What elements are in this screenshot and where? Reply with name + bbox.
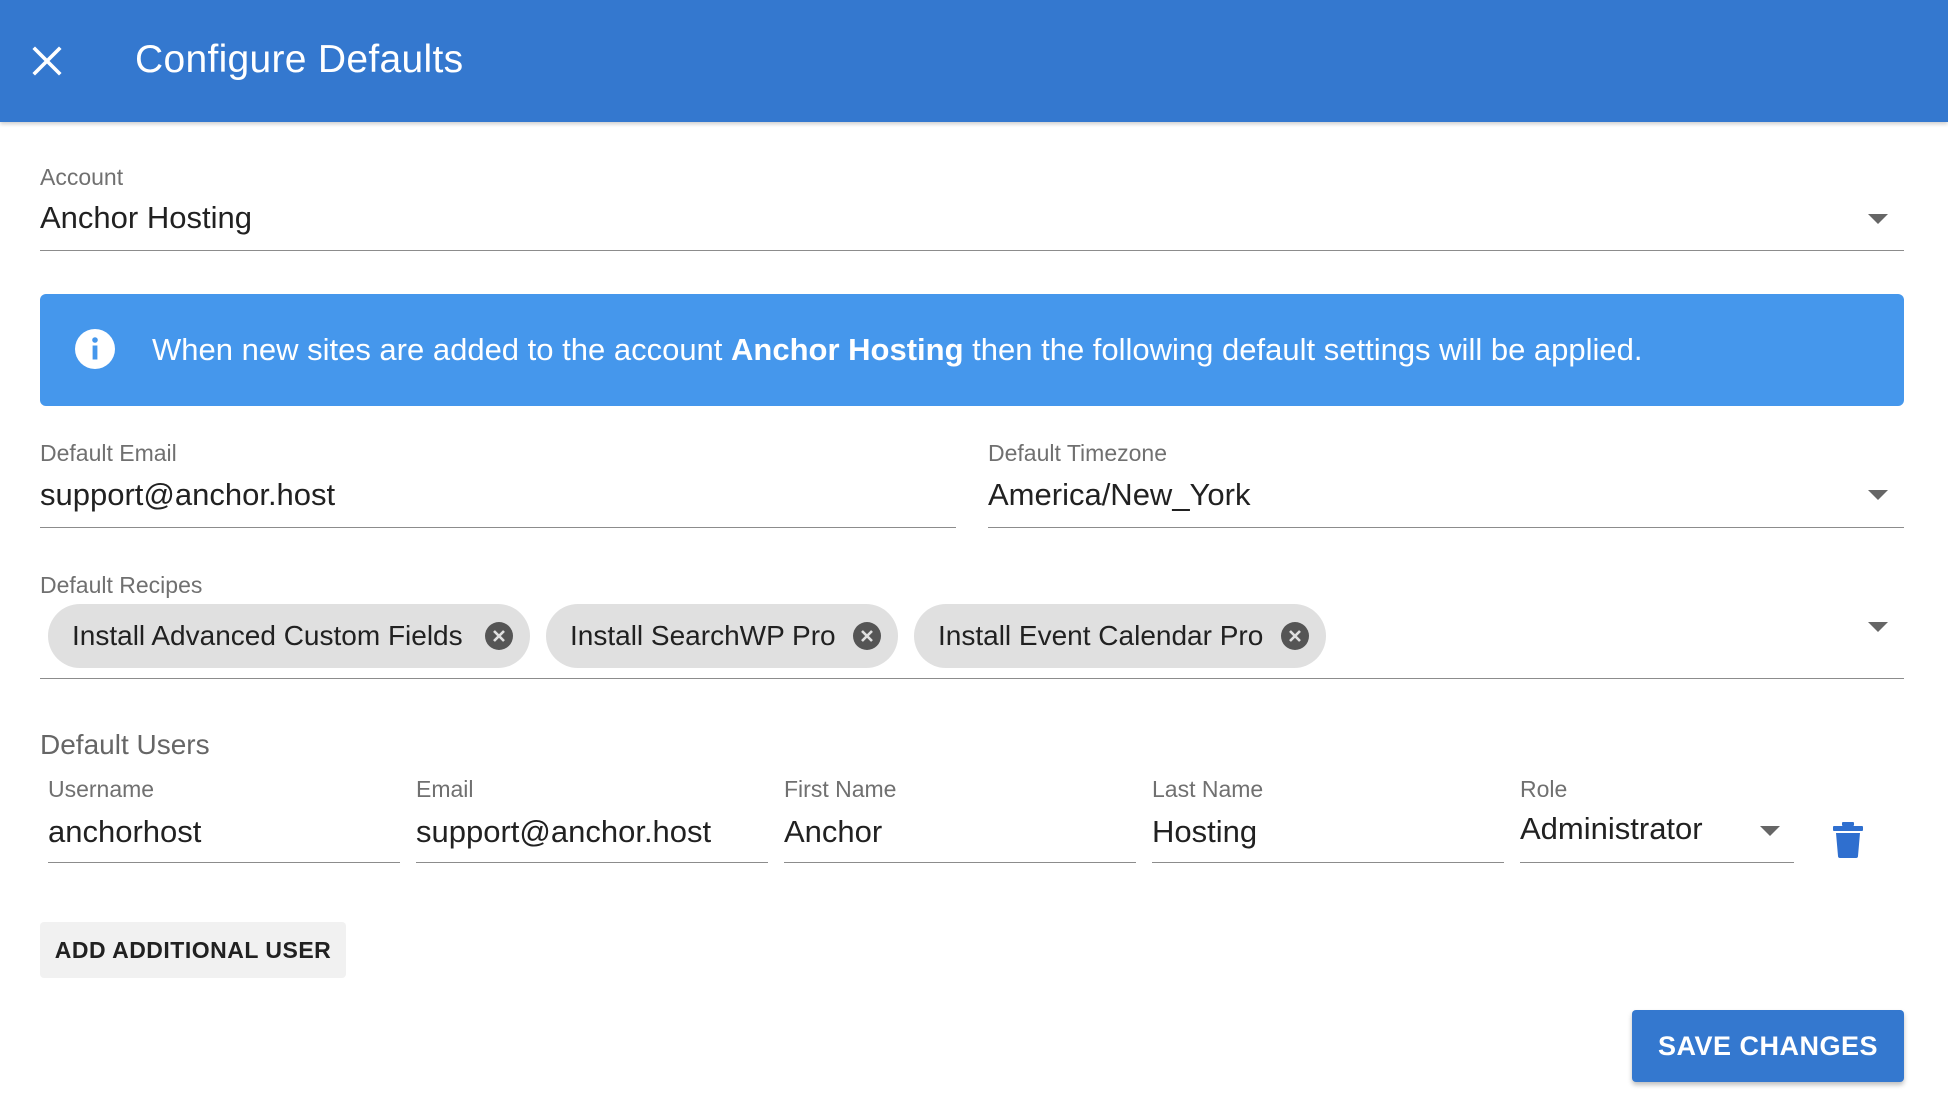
cancel-circle-icon[interactable] <box>484 621 514 651</box>
last-name-underline <box>1152 862 1504 863</box>
alert-text-before: When new sites are added to the account <box>152 332 732 367</box>
default-email-input[interactable]: support@anchor.host <box>40 475 335 515</box>
first-name-underline <box>784 862 1136 863</box>
default-timezone-underline <box>988 527 1904 528</box>
account-caret-down-icon[interactable] <box>1868 214 1888 224</box>
alert-account-name: Anchor Hosting <box>731 332 964 367</box>
account-value[interactable]: Anchor Hosting <box>40 198 252 238</box>
default-email-label: Default Email <box>40 440 177 466</box>
user-email-input[interactable]: support@anchor.host <box>416 812 711 852</box>
add-additional-user-button[interactable]: ADD ADDITIONAL USER <box>40 922 346 978</box>
account-underline <box>40 250 1904 251</box>
dialog-toolbar: Configure Defaults <box>0 0 1948 122</box>
default-email-underline <box>40 527 956 528</box>
last-name-label: Last Name <box>1152 776 1264 802</box>
last-name-input[interactable]: Hosting <box>1152 812 1257 852</box>
username-input[interactable]: anchorhost <box>48 812 201 852</box>
trash-icon[interactable] <box>1832 822 1864 858</box>
recipes-caret-down-icon[interactable] <box>1868 622 1888 632</box>
recipe-chip[interactable]: Install SearchWP Pro <box>546 604 898 668</box>
cancel-circle-icon[interactable] <box>852 621 882 651</box>
cancel-circle-icon[interactable] <box>1280 621 1310 651</box>
alert-text-after: then the following default settings will… <box>963 332 1643 367</box>
user-email-underline <box>416 862 768 863</box>
first-name-input[interactable]: Anchor <box>784 812 882 852</box>
default-timezone-label: Default Timezone <box>988 440 1167 466</box>
alert-message: When new sites are added to the account … <box>152 328 1643 372</box>
save-changes-button[interactable]: SAVE CHANGES <box>1632 1010 1904 1082</box>
close-icon <box>32 46 62 76</box>
recipe-chip-label: Install Advanced Custom Fields <box>72 620 463 651</box>
user-email-label: Email <box>416 776 474 802</box>
default-users-title: Default Users <box>40 729 210 760</box>
role-label: Role <box>1520 776 1568 802</box>
role-underline <box>1520 862 1794 863</box>
role-value[interactable]: Administrator <box>1520 809 1703 849</box>
recipe-chip[interactable]: Install Advanced Custom Fields <box>48 604 530 668</box>
role-caret-down-icon[interactable] <box>1760 826 1780 836</box>
recipe-chip-label: Install Event Calendar Pro <box>938 620 1264 651</box>
default-recipes-underline <box>40 678 1904 679</box>
recipe-chip-label: Install SearchWP Pro <box>570 620 836 651</box>
recipe-chip[interactable]: Install Event Calendar Pro <box>914 604 1326 668</box>
close-button[interactable] <box>24 31 70 91</box>
username-underline <box>48 862 400 863</box>
default-timezone-value[interactable]: America/New_York <box>988 475 1250 515</box>
account-label: Account <box>40 164 124 190</box>
dialog-title: Configure Defaults <box>135 38 464 81</box>
timezone-caret-down-icon[interactable] <box>1868 490 1888 500</box>
info-icon <box>75 329 115 369</box>
first-name-label: First Name <box>784 776 897 802</box>
default-recipes-label: Default Recipes <box>40 572 203 598</box>
info-alert: When new sites are added to the account … <box>40 294 1904 406</box>
username-label: Username <box>48 776 155 802</box>
